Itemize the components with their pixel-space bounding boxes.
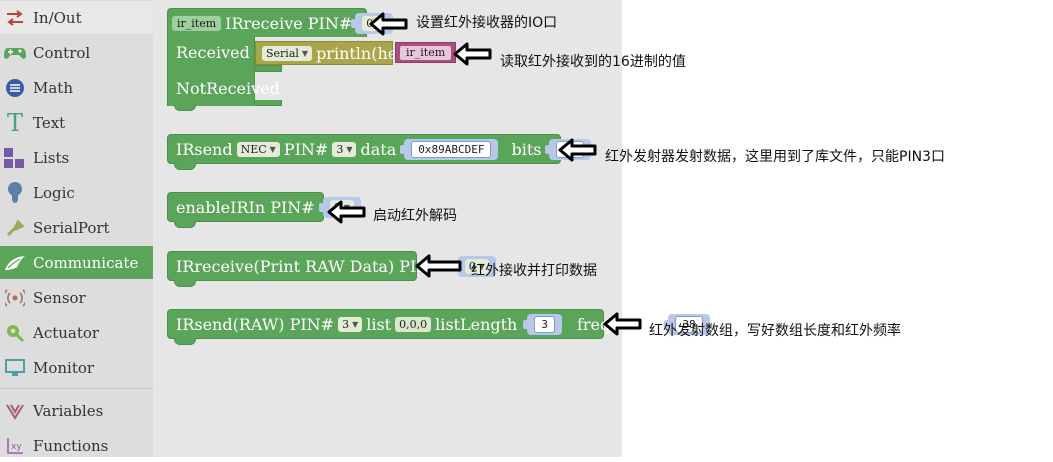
data-label: data: [360, 139, 397, 159]
category-control[interactable]: Control: [0, 36, 153, 69]
category-actuator[interactable]: Actuator: [0, 316, 153, 349]
category-text[interactable]: T Text: [0, 106, 153, 139]
variable-get-block: ir_item: [395, 42, 457, 63]
category-serialport[interactable]: SerialPort: [0, 211, 153, 244]
pin-value: 3: [342, 317, 350, 331]
enableirin-block-notch: [174, 221, 196, 228]
annotation-arrow-2: [453, 42, 492, 66]
annotation-arrow-5: [415, 254, 462, 278]
irsend-block-notch: [174, 163, 196, 170]
irsend-label: IRsend: [176, 139, 233, 159]
annotation-arrow-1: [369, 12, 408, 36]
category-logic[interactable]: Logic: [0, 176, 153, 209]
list-label: list: [366, 314, 392, 334]
lightbulb-icon: [4, 181, 26, 204]
chevron-down-icon: ▼: [301, 48, 309, 58]
gamepad-icon: [4, 42, 26, 64]
annotation-arrow-3: [558, 138, 597, 162]
chevron-down-icon: ▼: [346, 144, 353, 154]
chevron-down-icon: ▼: [352, 319, 359, 329]
protocol-dropdown[interactable]: NEC ▼: [236, 141, 280, 157]
annotation-set-io-pin: 设置红外接收器的IO口: [416, 15, 558, 31]
ir-item-variable[interactable]: ir_item: [172, 15, 222, 31]
category-label: Monitor: [33, 358, 95, 377]
monitor-icon: [4, 357, 26, 379]
math-circle-icon: [4, 77, 26, 99]
category-label: Variables: [33, 401, 104, 420]
lists-blocks-icon: [4, 147, 26, 169]
category-label: Text: [33, 113, 66, 132]
ir-item-value-block[interactable]: ir_item: [389, 41, 457, 63]
bits-label: bits: [511, 139, 542, 159]
annotation-enable-decode: 启动红外解码: [373, 208, 457, 224]
category-label: SerialPort: [33, 218, 110, 237]
pin-label: PIN#: [283, 139, 329, 159]
category-label: In/Out: [33, 8, 82, 27]
received-label: Received: [176, 43, 250, 62]
annotation-ir-send-data: 红外发射器发射数据，这里用到了库文件，只能PIN3口: [605, 149, 945, 165]
function-xy-icon: xy: [4, 435, 26, 457]
category-label: Sensor: [33, 288, 86, 307]
usb-plug-icon: [4, 217, 26, 239]
category-lists[interactable]: Lists: [0, 141, 153, 174]
serial-println-block[interactable]: Serial ▼ println(hex): [255, 41, 413, 65]
serial-dropdown[interactable]: Serial ▼: [262, 45, 313, 61]
irreceive-pin-label: IRreceive PIN#: [225, 13, 353, 33]
category-label: Communicate: [33, 253, 139, 272]
category-communicate[interactable]: Communicate: [0, 246, 153, 279]
category-sensor[interactable]: Sensor: [0, 281, 153, 314]
received-label-row: Received: [176, 43, 250, 62]
irreceive-header-row: ir_item IRreceive PIN# 0▼: [172, 12, 396, 34]
gear-bulb-icon: [4, 322, 26, 344]
irreceive-block-notch: [174, 104, 196, 111]
list-length-label: listLength: [435, 314, 518, 334]
category-label: Functions: [33, 436, 109, 455]
category-label: Lists: [33, 148, 70, 167]
annotation-arrow-4: [327, 200, 366, 224]
category-label: Math: [33, 78, 73, 97]
category-in-out[interactable]: In/Out: [0, 1, 153, 34]
list-field[interactable]: 0,0,0: [395, 316, 432, 332]
notreceived-label-row: NotReceived: [176, 79, 280, 98]
pin-dropdown[interactable]: 3 ▼: [332, 141, 357, 157]
sidebar-divider: [0, 388, 153, 389]
enableirin-label: enableIRIn PIN#: [176, 197, 315, 217]
list-length-field[interactable]: 3: [534, 315, 555, 333]
category-label: Logic: [33, 183, 75, 202]
category-variables[interactable]: Variables: [0, 394, 153, 427]
notreceived-slot-end: [255, 100, 282, 106]
irsend-raw-block-notch: [174, 338, 196, 345]
serial-value: Serial: [266, 46, 299, 60]
irreceive-raw-label: IRreceive(Print RAW Data) PIN#: [176, 256, 444, 276]
annotation-read-hex-value: 读取红外接收到的16进制的值: [500, 54, 686, 70]
variable-name[interactable]: ir_item: [400, 45, 452, 60]
notreceived-label: NotReceived: [176, 79, 280, 98]
annotation-arrow-6: [603, 312, 642, 336]
category-math[interactable]: Math: [0, 71, 153, 104]
received-slot-divider: [255, 65, 282, 72]
annotation-receive-print: 红外接收并打印数据: [471, 263, 597, 279]
category-label: Control: [33, 43, 91, 62]
protocol-value: NEC: [240, 142, 267, 156]
chevron-down-icon: ▼: [269, 144, 276, 154]
data-socket: 0x89ABCDEF: [400, 138, 499, 160]
list-length-socket: 3: [523, 313, 562, 335]
text-t-icon: T: [6, 108, 23, 137]
irsend-row: IRsend NEC ▼ PIN# 3 ▼ data 0x89ABCDEF bits…: [176, 138, 594, 160]
variables-icon: [4, 400, 26, 422]
irsend-raw-label: IRsend(RAW) PIN#: [176, 314, 335, 334]
bird-icon: [4, 252, 26, 274]
svg-text:xy: xy: [11, 442, 22, 452]
annotation-send-raw-array: 红外发射数组，写好数组长度和红外频率: [649, 323, 901, 339]
data-field[interactable]: 0x89ABCDEF: [411, 140, 492, 158]
category-monitor[interactable]: Monitor: [0, 351, 153, 384]
radar-icon: [4, 287, 26, 309]
category-sidebar: In/Out Control Math T Text Lists Logic S…: [0, 0, 153, 457]
pin-dropdown[interactable]: 3 ▼: [338, 316, 363, 332]
irreceive-raw-block-notch: [174, 280, 196, 287]
swap-arrows-icon: [4, 7, 26, 29]
pin-value: 3: [336, 142, 344, 156]
category-functions[interactable]: xy Functions: [0, 429, 153, 462]
category-label: Actuator: [33, 323, 100, 342]
